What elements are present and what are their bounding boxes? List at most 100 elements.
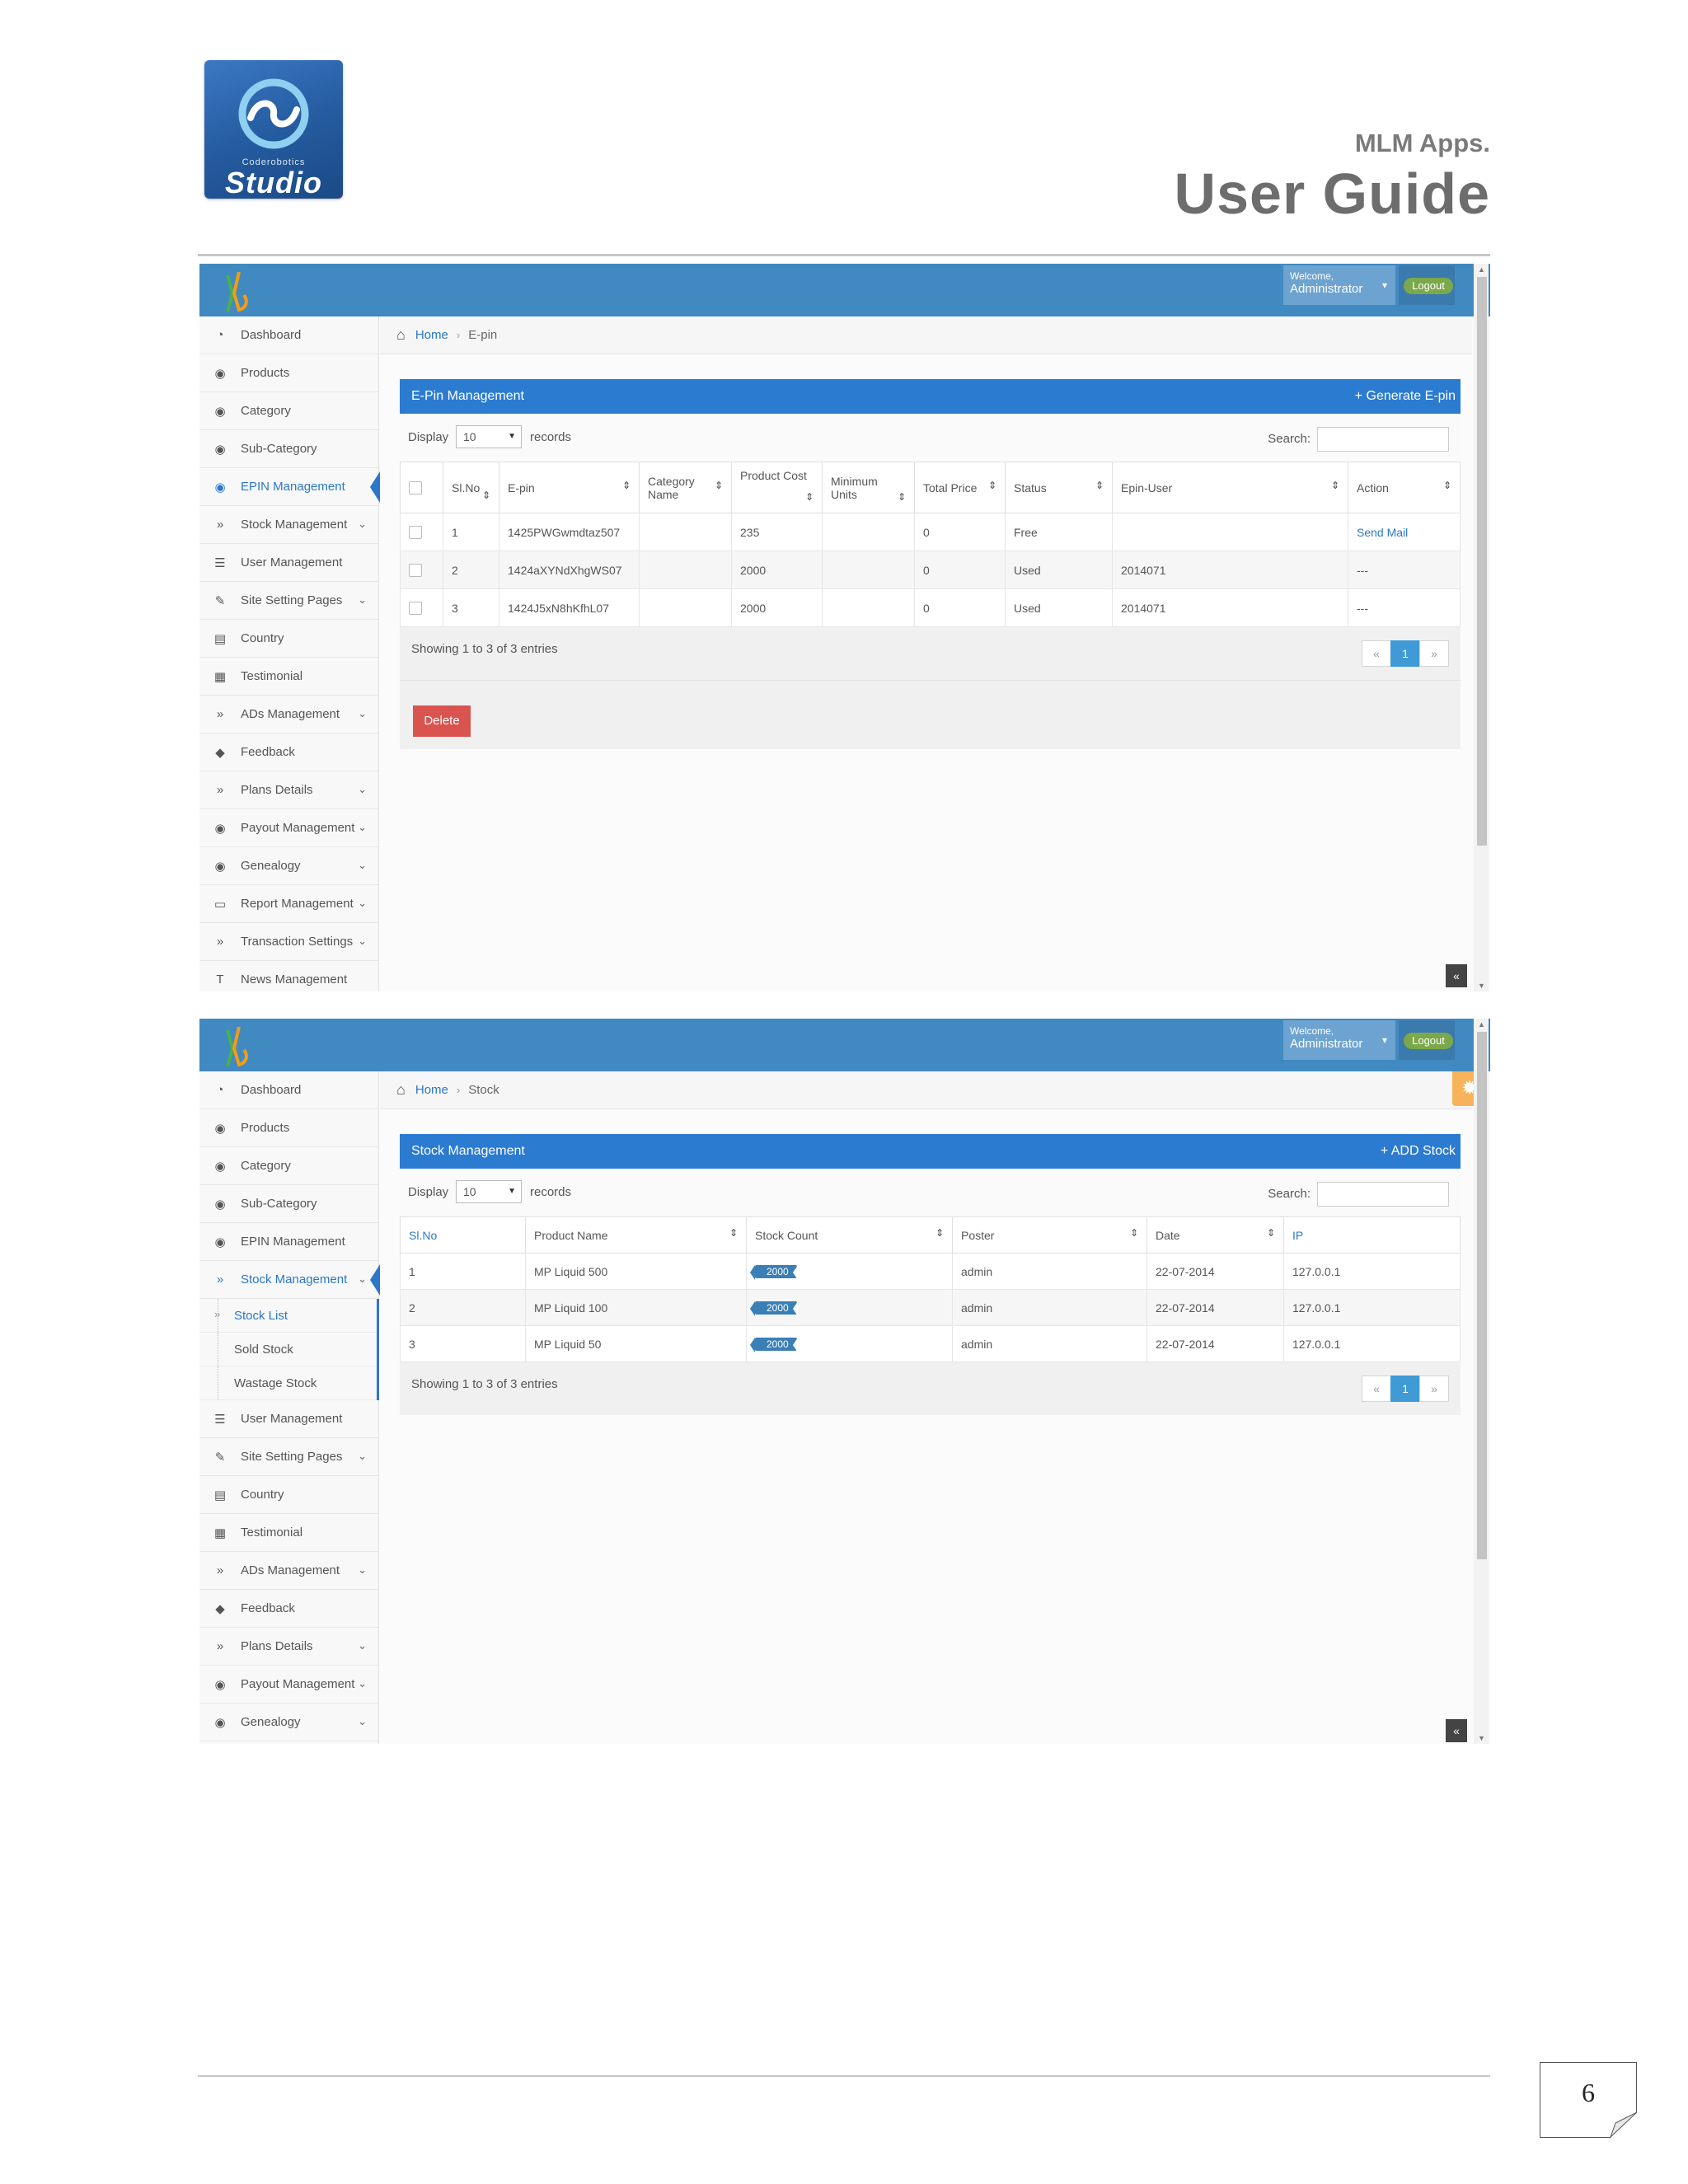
sidebar-item[interactable]: ◉ EPIN Management: [199, 468, 380, 506]
sidebar-item[interactable]: ▦ Testimonial: [199, 658, 378, 696]
product-cost: 235: [740, 525, 760, 539]
epin-user: 2014071: [1121, 601, 1166, 615]
sidebar-item[interactable]: » Transaction Settings ⌄: [199, 923, 378, 961]
column-header[interactable]: Minimum Units ⇕: [822, 462, 915, 513]
sidebar-item[interactable]: ◔ Dashboard: [199, 1071, 378, 1109]
sidebar-item[interactable]: ◆ Feedback: [199, 1590, 378, 1628]
sidebar-item[interactable]: ◉ Payout Management ⌄: [199, 1666, 378, 1704]
scroll-to-top-button[interactable]: «: [1446, 964, 1467, 987]
user-menu[interactable]: Welcome, Administrator ▾: [1283, 1020, 1395, 1060]
page-size-select[interactable]: 10 ▼: [456, 1180, 522, 1203]
table-row[interactable]: 2 MP Liquid 100 2000 admin 22-07-2014 127.0.0…: [400, 1289, 1461, 1326]
delete-button[interactable]: Delete: [413, 705, 471, 737]
sidebar-item[interactable]: ✎ Site Setting Pages ⌄: [199, 1438, 378, 1476]
sidebar-item[interactable]: ◉ Sub-Category: [199, 1185, 378, 1223]
send-mail-link[interactable]: Send Mail: [1357, 526, 1408, 539]
sidebar-item[interactable]: ▤ Country: [199, 620, 378, 658]
column-label: Action: [1357, 480, 1389, 494]
row-checkbox[interactable]: [409, 564, 422, 578]
scroll-to-top-button[interactable]: «: [1446, 1719, 1467, 1742]
sidebar-item[interactable]: » Stock Management ⌄: [199, 1261, 380, 1299]
breadcrumb-home[interactable]: Home: [415, 1083, 448, 1097]
add-stock-button[interactable]: + ADD Stock: [1381, 1144, 1456, 1159]
scrollbar-thumb[interactable]: [1477, 277, 1487, 846]
sidebar-item[interactable]: ✎ Site Setting Pages ⌄: [199, 582, 378, 620]
sidebar-item[interactable]: ◉ Genealogy ⌄: [199, 1704, 378, 1741]
sidebar-item[interactable]: » Plans Details ⌄: [199, 1628, 378, 1666]
pagination-next[interactable]: »: [1419, 1376, 1449, 1402]
pagination-page[interactable]: 1: [1390, 1376, 1420, 1402]
logout-button[interactable]: Logout: [1404, 278, 1453, 294]
app-topbar: Welcome, Administrator ▾ Logout: [199, 264, 1490, 316]
breadcrumb-separator: ›: [456, 1084, 461, 1096]
sidebar-item[interactable]: ◉ Category: [199, 392, 378, 430]
column-header[interactable]: E-pin ⇕: [499, 462, 640, 513]
table-row[interactable]: 3 1424J5xN8hKfhL07 2000 0 Used 2014071 ---: [400, 588, 1461, 627]
row-checkbox[interactable]: [409, 602, 422, 616]
column-header[interactable]: Action ⇕: [1348, 462, 1461, 513]
column-header[interactable]: Sl.No ⇕: [443, 462, 499, 513]
search-input[interactable]: [1317, 1182, 1449, 1207]
sidebar-item[interactable]: ◆ Feedback: [199, 733, 378, 771]
welcome-text: Welcome,: [1290, 270, 1334, 282]
sidebar-item[interactable]: ▭ Report Management ⌄: [199, 885, 378, 923]
sidebar-item[interactable]: ◉ EPIN Management: [199, 1223, 378, 1261]
column-header[interactable]: Epin-User ⇕: [1112, 462, 1348, 513]
pagination-prev[interactable]: «: [1362, 1376, 1391, 1402]
table-row[interactable]: 2 1424aXYNdXhgWS07 2000 0 Used 2014071 ---: [400, 551, 1461, 589]
pagination-prev[interactable]: «: [1362, 640, 1391, 667]
sidebar-item[interactable]: ◉ Sub-Category: [199, 430, 378, 468]
home-icon: ⌂: [396, 326, 406, 343]
column-header[interactable]: Date ⇕: [1146, 1216, 1284, 1254]
search-input[interactable]: [1317, 427, 1449, 452]
column-header[interactable]: Poster ⇕: [952, 1216, 1147, 1254]
row-checkbox[interactable]: [409, 526, 422, 540]
column-header[interactable]: Stock Count ⇕: [746, 1216, 953, 1254]
sort-icon: ⇕: [621, 479, 631, 491]
sidebar-item[interactable]: ◉ Genealogy ⌄: [199, 847, 378, 885]
sidebar-item[interactable]: ◉ Products: [199, 1109, 378, 1147]
submenu-item[interactable]: Wastage Stock: [199, 1366, 377, 1400]
sidebar-item[interactable]: ☰ User Management: [199, 1400, 378, 1438]
sidebar-item[interactable]: » Stock Management ⌄: [199, 506, 378, 544]
select-all-checkbox[interactable]: [409, 481, 422, 495]
breadcrumb-home[interactable]: Home: [415, 328, 448, 342]
logout-button[interactable]: Logout: [1404, 1033, 1453, 1049]
breadcrumb-separator: ›: [456, 329, 461, 341]
column-header[interactable]: Product Name ⇕: [525, 1216, 747, 1254]
scrollbar-thumb[interactable]: [1477, 1032, 1487, 1559]
sidebar-item[interactable]: ◉ Products: [199, 354, 378, 392]
sidebar-item[interactable]: » ADs Management ⌄: [199, 696, 378, 733]
submenu-item[interactable]: » Stock List: [199, 1299, 377, 1333]
submenu-item-label: Sold Stock: [234, 1342, 293, 1357]
column-header[interactable]: IP: [1283, 1216, 1461, 1254]
column-header[interactable]: Sl.No: [400, 1216, 526, 1254]
table-row[interactable]: 3 MP Liquid 50 2000 admin 22-07-2014 127.0.0.…: [400, 1325, 1461, 1362]
column-header[interactable]: Product Cost ⇕: [731, 462, 823, 513]
vertical-scrollbar[interactable]: ▲ ▼: [1474, 1019, 1489, 1744]
column-header[interactable]: Total Price ⇕: [914, 462, 1006, 513]
sidebar-item[interactable]: ◉ Category: [199, 1147, 378, 1185]
sidebar-item[interactable]: ☰ User Management: [199, 544, 378, 582]
user-menu[interactable]: Welcome, Administrator ▾: [1283, 265, 1395, 305]
sidebar-item[interactable]: » ADs Management ⌄: [199, 1552, 378, 1590]
column-header[interactable]: Category Name ⇕: [639, 462, 732, 513]
generate-epin-button[interactable]: + Generate E-pin: [1355, 389, 1456, 404]
table-row[interactable]: 1 1425PWGwmdtaz507 235 0 Free Send Mail: [400, 513, 1461, 551]
pagination-page[interactable]: 1: [1390, 640, 1420, 667]
page-size-select[interactable]: 10 ▼: [456, 425, 522, 448]
sidebar-item[interactable]: ▦ Testimonial: [199, 1514, 378, 1552]
sidebar-item[interactable]: » Plans Details ⌄: [199, 771, 378, 809]
submenu-item[interactable]: Sold Stock: [199, 1333, 377, 1366]
table-cell: [400, 513, 443, 551]
sidebar-item[interactable]: ▤ Country: [199, 1476, 378, 1514]
column-header[interactable]: Status ⇕: [1005, 462, 1113, 513]
sidebar-item[interactable]: T News Management: [199, 961, 378, 991]
vertical-scrollbar[interactable]: ▲ ▼: [1474, 264, 1489, 991]
pagination-next[interactable]: »: [1419, 640, 1449, 667]
table-row[interactable]: 1 MP Liquid 500 2000 admin 22-07-2014 127.0.0…: [400, 1253, 1461, 1290]
page-number: 6: [1582, 2078, 1595, 2107]
sidebar-item-label: User Management: [241, 1412, 343, 1426]
sidebar-item[interactable]: ◔ Dashboard: [199, 316, 378, 354]
sidebar-item[interactable]: ◉ Payout Management ⌄: [199, 809, 378, 847]
